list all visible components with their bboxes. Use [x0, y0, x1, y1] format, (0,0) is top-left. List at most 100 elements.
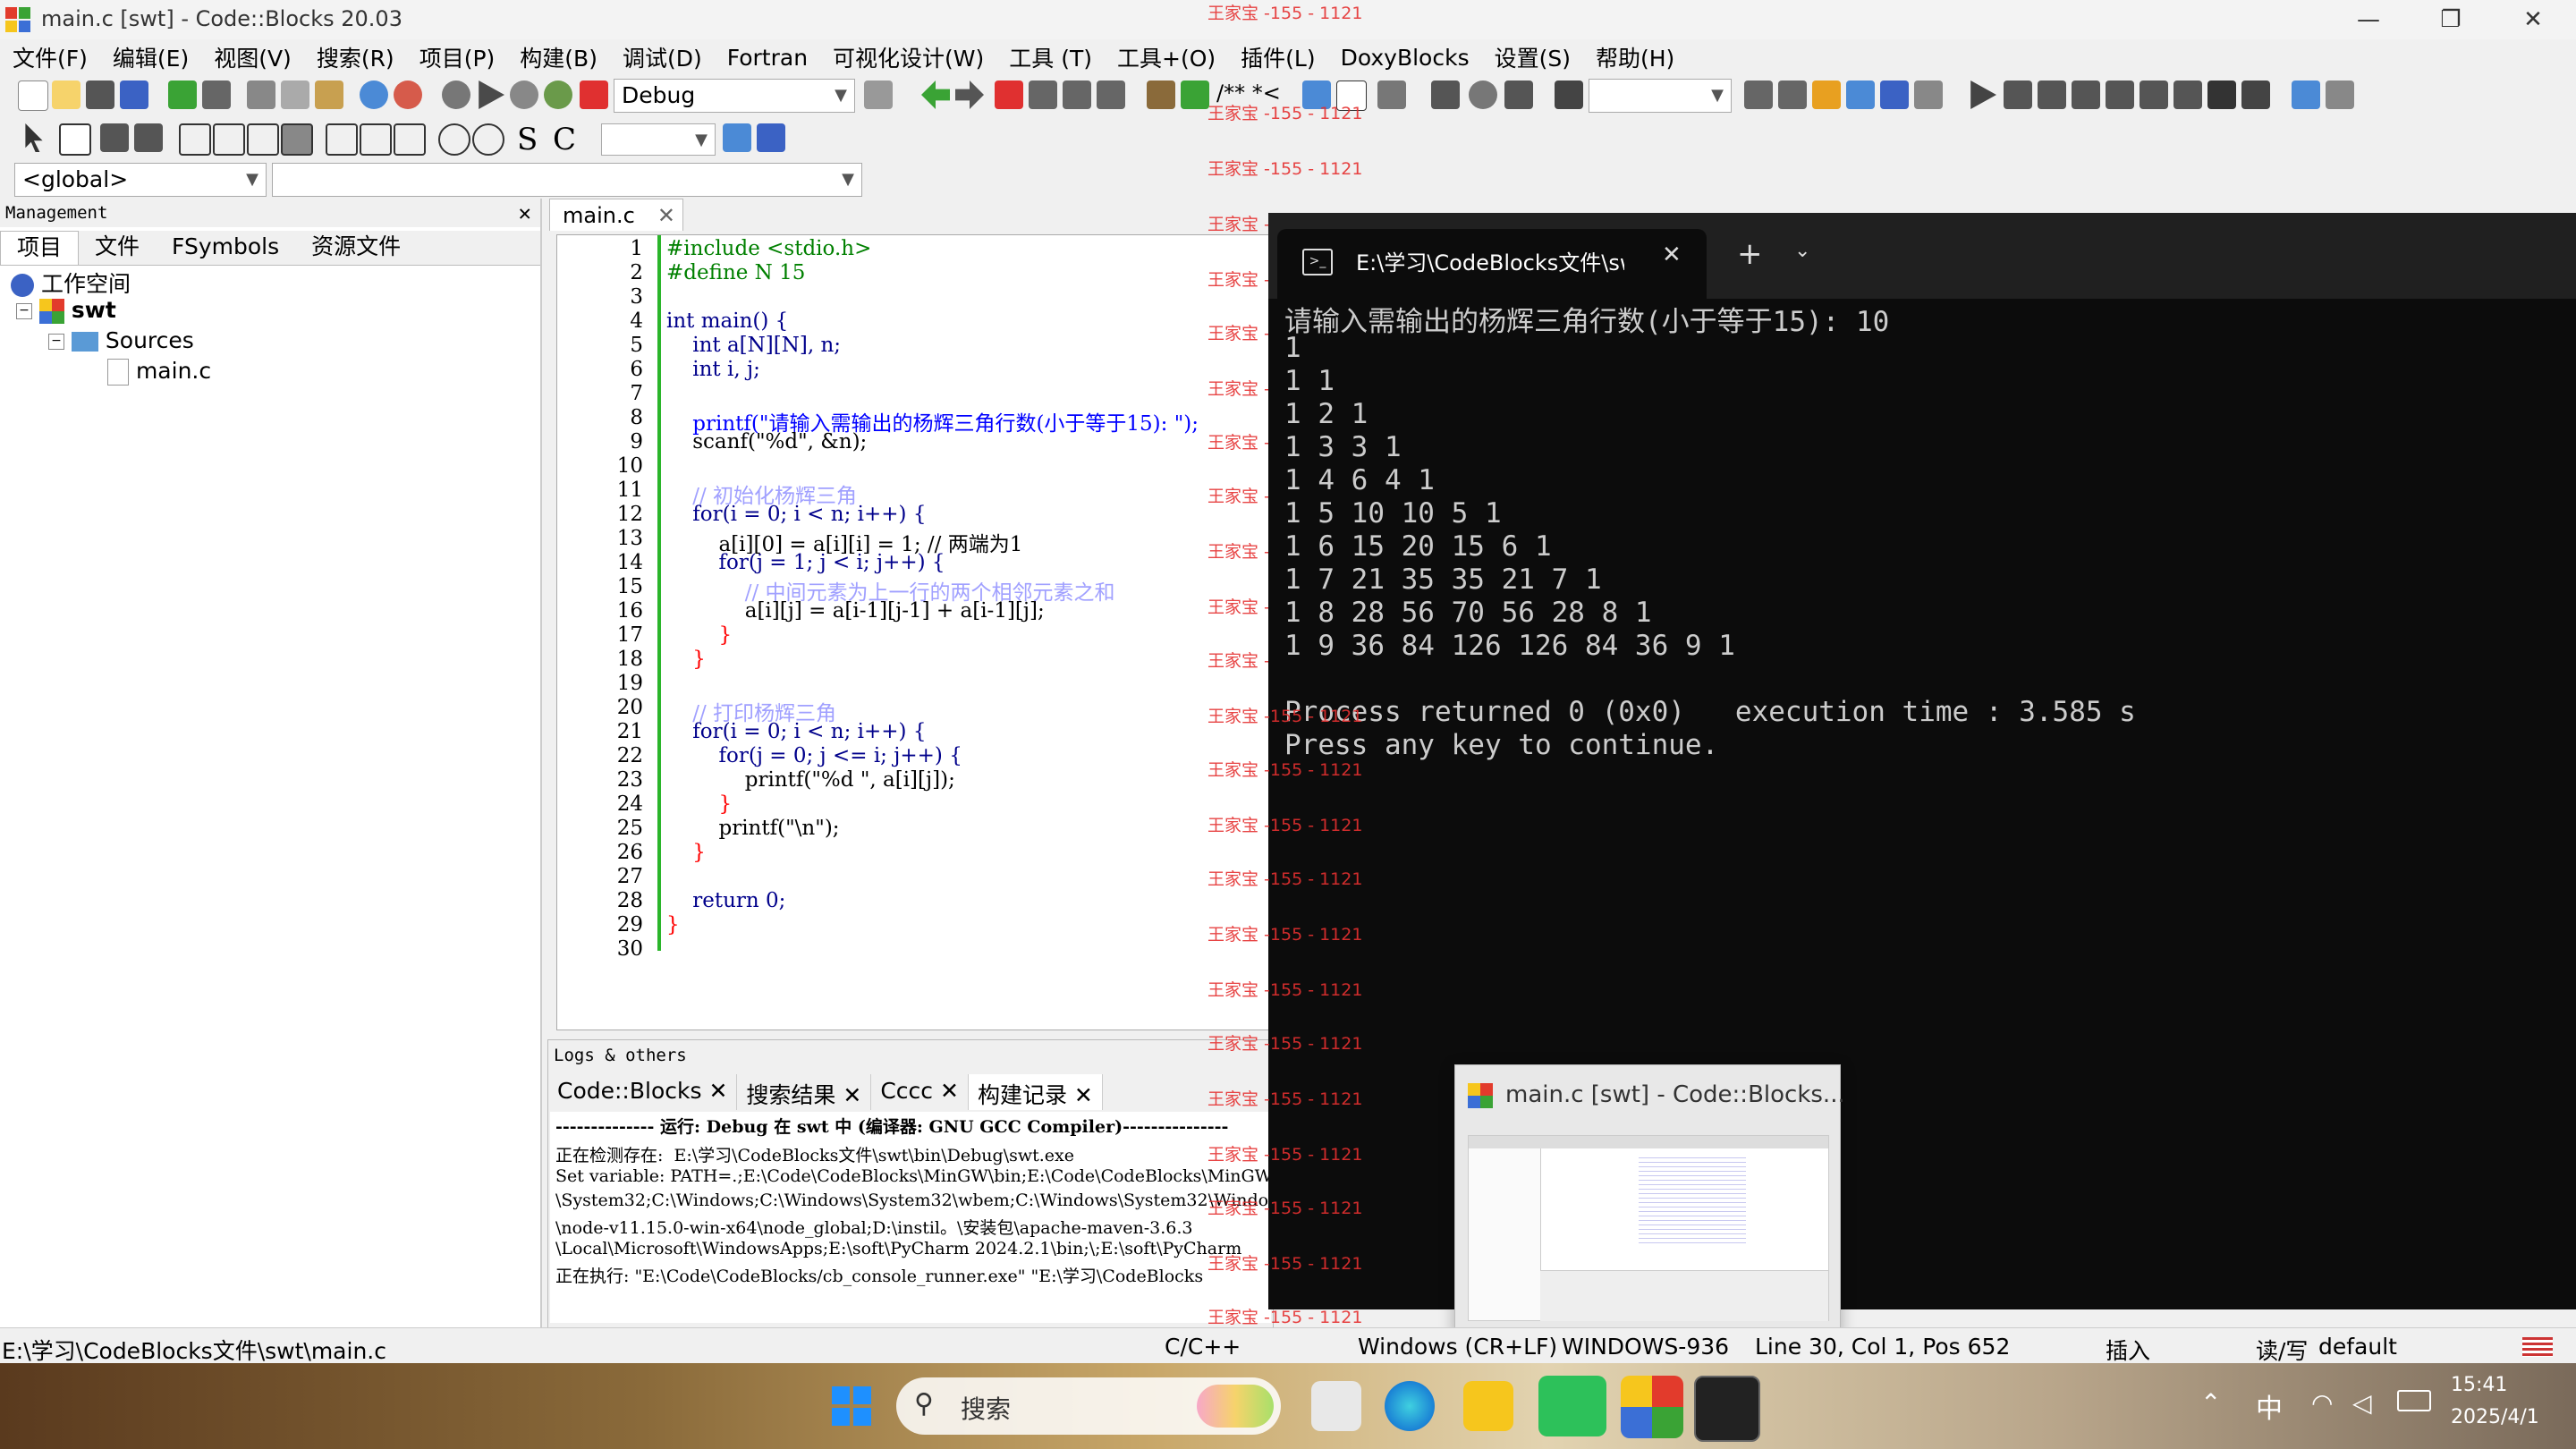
- bookmark-next-icon[interactable]: [1063, 80, 1091, 109]
- align-right-icon[interactable]: [394, 123, 426, 156]
- debug-step-out-icon[interactable]: [1504, 80, 1533, 109]
- tree-sources-folder[interactable]: − Sources: [48, 327, 194, 353]
- save-icon[interactable]: [86, 80, 114, 109]
- function-select[interactable]: ▼: [272, 163, 862, 197]
- paste-icon[interactable]: [315, 80, 343, 109]
- target-options-icon[interactable]: [864, 80, 893, 109]
- code-area[interactable]: #include <stdio.h> #define N 15 int main…: [652, 235, 1273, 1030]
- editor-tab-main[interactable]: main.c ✕: [549, 199, 683, 231]
- inspect-icon[interactable]: [723, 123, 751, 152]
- search-combo[interactable]: ▼: [1589, 79, 1732, 113]
- battery-icon[interactable]: [2397, 1390, 2431, 1411]
- tab-fsymbols[interactable]: FSymbols: [156, 231, 295, 265]
- tree-file-main[interactable]: main.c: [107, 358, 211, 386]
- wifi-icon[interactable]: ◠: [2311, 1388, 2333, 1418]
- build-run-icon[interactable]: [510, 80, 538, 109]
- new-file-icon[interactable]: [18, 80, 48, 111]
- run-icon[interactable]: [479, 80, 504, 109]
- build-log-output[interactable]: -------------- 运行: Debug 在 swt 中 (编译器: G…: [550, 1112, 1273, 1323]
- taskbar-preview[interactable]: main.c [swt] - Code::Blocks...: [1454, 1064, 1845, 1335]
- zoom-in-icon[interactable]: [438, 123, 470, 156]
- close-tab-icon[interactable]: ✕: [843, 1082, 861, 1108]
- scope-select[interactable]: <global> ▼: [14, 163, 267, 197]
- log-tab-cccc[interactable]: Cccc ✕: [871, 1074, 969, 1110]
- redo-icon[interactable]: [202, 80, 231, 109]
- menu-view[interactable]: 视图(V): [201, 41, 304, 73]
- wechat-icon[interactable]: [1538, 1376, 1606, 1436]
- log-tab-codeblocks[interactable]: Code::Blocks ✕: [548, 1074, 738, 1110]
- close-tab-icon[interactable]: ✕: [1074, 1082, 1093, 1108]
- tree-workspace[interactable]: 工作空间: [11, 267, 131, 299]
- frame-icon[interactable]: [59, 123, 91, 156]
- extract-docs-icon[interactable]: [1181, 80, 1209, 109]
- menu-build[interactable]: 构建(B): [507, 41, 610, 73]
- debug-windows-icon[interactable]: [2292, 80, 2320, 109]
- abort-icon[interactable]: [580, 80, 608, 109]
- tree-project[interactable]: − swt: [16, 297, 116, 324]
- volume-icon[interactable]: ◁: [2352, 1388, 2372, 1418]
- debug-breakpoint-icon[interactable]: [1469, 80, 1497, 109]
- menu-file[interactable]: 文件(F): [0, 41, 100, 73]
- code-editor[interactable]: 1 2 3 4 5 6 7 8 9 10 11 12 13 14 15 16 1…: [556, 234, 1274, 1030]
- match-case-icon[interactable]: [1880, 80, 1909, 109]
- log-tab-search-results[interactable]: 搜索结果 ✕: [737, 1074, 872, 1110]
- debug-pause-icon[interactable]: [2207, 80, 2236, 109]
- open-file-icon[interactable]: [52, 80, 80, 109]
- jump-back-icon[interactable]: [921, 80, 950, 109]
- debug-step-into-instruction-icon[interactable]: [2140, 80, 2168, 109]
- doxywizard-icon[interactable]: [1147, 80, 1175, 109]
- debug-step-into-icon[interactable]: [1431, 80, 1460, 109]
- bookmark-clear-icon[interactable]: [1097, 80, 1125, 109]
- save-all-icon[interactable]: [120, 80, 148, 109]
- box-grid-icon[interactable]: [247, 123, 279, 156]
- menu-tools[interactable]: 工具 (T): [996, 41, 1105, 73]
- edge-browser-icon[interactable]: [1385, 1381, 1435, 1431]
- box-v-icon[interactable]: [213, 123, 245, 156]
- clock-time[interactable]: 15:41: [2451, 1374, 2507, 1396]
- align-center-icon[interactable]: [360, 123, 392, 156]
- design-combo[interactable]: ▼: [601, 123, 716, 156]
- menu-fortran[interactable]: Fortran: [715, 45, 820, 71]
- bookmark-prev-icon[interactable]: [1029, 80, 1057, 109]
- highlight-icon[interactable]: [1812, 80, 1841, 109]
- close-panel-icon[interactable]: ✕: [519, 199, 531, 227]
- find-next-icon[interactable]: [1778, 80, 1807, 109]
- close-window-button[interactable]: ✕: [2492, 0, 2574, 39]
- menu-settings[interactable]: 设置(S): [1482, 41, 1583, 73]
- clock-date[interactable]: 2025/4/1: [2451, 1406, 2539, 1428]
- jump-forward-icon[interactable]: [955, 80, 984, 109]
- debug-run-to-cursor-icon[interactable]: [2004, 80, 2032, 109]
- menu-tools-plus[interactable]: 工具+(O): [1105, 41, 1228, 73]
- collapse-icon[interactable]: −: [16, 303, 32, 319]
- close-tab-icon[interactable]: ✕: [1662, 242, 1682, 268]
- s-icon[interactable]: S: [517, 122, 538, 157]
- properties-icon[interactable]: [757, 123, 785, 152]
- menu-search[interactable]: 搜索(R): [304, 41, 407, 73]
- taskbar-search-box[interactable]: ⚲ 搜索: [896, 1377, 1281, 1435]
- collapse-icon[interactable]: −: [48, 334, 64, 350]
- find-prev-icon[interactable]: [1744, 80, 1773, 109]
- maximize-button[interactable]: ❐: [2410, 0, 2492, 39]
- codeblocks-taskbar-icon[interactable]: [1621, 1376, 1683, 1438]
- tray-chevron-up-icon[interactable]: ⌃: [2200, 1388, 2221, 1418]
- undo-icon[interactable]: [168, 80, 197, 109]
- align-left-icon[interactable]: [326, 123, 358, 156]
- close-tab-icon[interactable]: ✕: [940, 1078, 959, 1104]
- debug-info-icon[interactable]: [2326, 80, 2354, 109]
- replace-icon[interactable]: [394, 80, 422, 109]
- close-tab-icon[interactable]: ✕: [657, 199, 675, 232]
- menu-project[interactable]: 项目(P): [407, 41, 508, 73]
- log-tab-build-log[interactable]: 构建记录 ✕: [968, 1074, 1103, 1110]
- c-icon[interactable]: C: [553, 122, 576, 157]
- windows-start-icon[interactable]: [826, 1381, 877, 1431]
- cut-icon[interactable]: [247, 80, 275, 109]
- box-h-icon[interactable]: [179, 123, 211, 156]
- layout-icon[interactable]: [134, 123, 163, 152]
- debug-step-instruction-icon[interactable]: [2106, 80, 2134, 109]
- debug-start-icon[interactable]: [1970, 80, 1996, 109]
- box-fill-icon[interactable]: [281, 123, 313, 156]
- menu-doxyblocks[interactable]: DoxyBlocks: [1328, 45, 1482, 71]
- wrench-icon[interactable]: [1377, 80, 1406, 109]
- tab-resources[interactable]: 资源文件: [295, 231, 417, 265]
- clear-icon[interactable]: [1555, 80, 1583, 109]
